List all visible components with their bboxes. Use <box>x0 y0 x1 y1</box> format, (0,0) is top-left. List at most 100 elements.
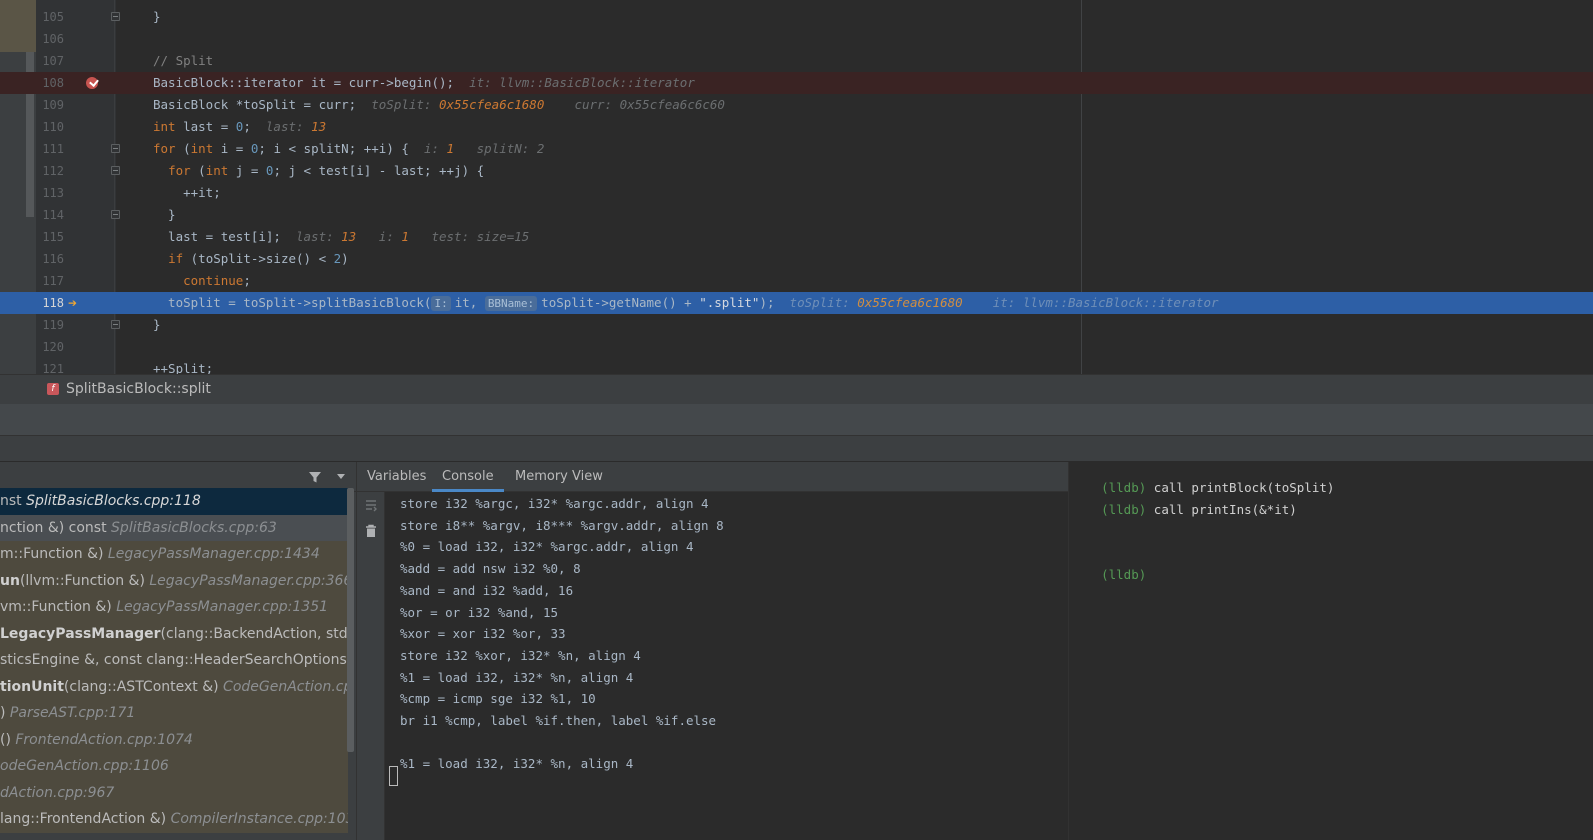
code-line[interactable]: 112 for (int j = 0; j < test[i] - last; … <box>0 160 1593 182</box>
code-line[interactable]: 107 // Split <box>0 50 1593 72</box>
fold-toggle-icon[interactable] <box>111 210 120 219</box>
code-text[interactable]: for (int j = 0; j < test[i] - last; ++j)… <box>153 160 484 182</box>
code-line[interactable]: 113 ++it; <box>0 182 1593 204</box>
tab-console[interactable]: Console <box>432 462 504 492</box>
code-text[interactable]: } <box>153 6 161 28</box>
code-text[interactable]: continue; <box>153 270 251 292</box>
code-text[interactable]: int last = 0; last: 13 <box>153 116 326 138</box>
stack-frame-row[interactable]: vm::Function &) LegacyPassManager.cpp:13… <box>0 594 348 621</box>
console-toolbar <box>357 492 385 840</box>
stack-frame-row[interactable]: nst SplitBasicBlocks.cpp:118 <box>0 488 348 515</box>
line-number[interactable]: 118 <box>36 292 64 314</box>
frame-location: SplitBasicBlocks.cpp:118 <box>26 493 201 509</box>
frame-function: nst <box>0 493 27 509</box>
console-output-line: br i1 %cmp, label %if.then, label %if.el… <box>400 713 717 728</box>
stack-frame-row[interactable]: tionUnit(clang::ASTContext &) CodeGenAct… <box>0 673 348 701</box>
debug-tool-window-header <box>0 404 1593 435</box>
line-number[interactable]: 116 <box>36 248 64 270</box>
stack-frame-row[interactable]: LegacyPassManager(clang::BackendAction, … <box>0 620 348 648</box>
stack-frame-row[interactable]: m::Function &) LegacyPassManager.cpp:143… <box>0 541 348 568</box>
breadcrumb-function-label[interactable]: SplitBasicBlock::split <box>66 381 211 397</box>
code-text[interactable]: } <box>153 204 176 226</box>
code-line[interactable]: 116 if (toSplit->size() < 2) <box>0 248 1593 270</box>
code-line[interactable]: 106 <box>0 28 1593 50</box>
code-line[interactable]: 115 last = test[i]; last: 13 i: 1 test: … <box>0 226 1593 248</box>
code-text[interactable]: ++Split; <box>153 358 213 374</box>
execution-point-icon: ➔ <box>68 294 78 312</box>
lldb-console[interactable]: (lldb) call printBlock(toSplit) (lldb) c… <box>1068 462 1593 840</box>
breadcrumb[interactable]: f SplitBasicBlock::split <box>0 374 1593 404</box>
code-line[interactable]: 105} <box>0 6 1593 28</box>
code-line[interactable]: 108 BasicBlock::iterator it = curr->begin… <box>0 72 1593 94</box>
line-number[interactable]: 120 <box>36 336 64 358</box>
line-number[interactable]: 112 <box>36 160 64 182</box>
code-line[interactable]: 120 <box>0 336 1593 358</box>
code-line[interactable]: 118 ➔ toSplit = toSplit->splitBasicBlock(… <box>0 292 1593 314</box>
line-number[interactable]: 105 <box>36 6 64 28</box>
code-editor[interactable]: 105} 106 107// Split 108 BasicBlock::iterato… <box>0 0 1593 374</box>
breakpoint-icon[interactable] <box>86 77 98 89</box>
fold-toggle-icon[interactable] <box>111 12 120 21</box>
lldb-command: call printIns(&*it) <box>1153 502 1297 517</box>
code-line[interactable]: 111 for (int i = 0; i < splitN; ++i) { i:… <box>0 138 1593 160</box>
code-text[interactable]: if (toSplit->size() < 2) <box>153 248 349 270</box>
scroll-to-end-icon[interactable] <box>364 498 378 512</box>
line-number[interactable]: 113 <box>36 182 64 204</box>
code-text[interactable]: last = test[i]; last: 13 i: 1 test: size… <box>153 226 529 248</box>
line-number[interactable]: 108 <box>36 72 64 94</box>
console-input-caret[interactable] <box>389 766 398 786</box>
console-output-line: %1 = load i32, i32* %n, align 4 <box>400 756 634 772</box>
code-text[interactable]: BasicBlock *toSplit = curr; toSplit: 0x5… <box>153 94 725 116</box>
code-line[interactable]: 110 int last = 0; last: 13 <box>0 116 1593 138</box>
stack-frame-row[interactable]: ) ParseAST.cpp:171 <box>0 700 348 727</box>
line-number[interactable]: 121 <box>36 358 64 374</box>
lldb-input-line[interactable]: (lldb) <box>1071 542 1146 582</box>
code-text[interactable]: toSplit = toSplit->splitBasicBlock(I: it,… <box>153 292 1219 314</box>
code-line[interactable]: 121 ++Split; <box>0 358 1593 374</box>
code-line[interactable]: 114 } <box>0 204 1593 226</box>
frame-function: ) <box>0 705 10 721</box>
line-number[interactable]: 114 <box>36 204 64 226</box>
stack-frame-row[interactable]: odeGenAction.cpp:1106 <box>0 753 348 780</box>
frame-location: SplitBasicBlocks.cpp:63 <box>111 519 277 536</box>
stack-frame-row[interactable]: nction &) const SplitBasicBlocks.cpp:63 <box>0 514 348 542</box>
fold-toggle-icon[interactable] <box>111 144 120 153</box>
line-number[interactable]: 119 <box>36 314 64 336</box>
code-line[interactable]: 117 continue; <box>0 270 1593 292</box>
code-text[interactable]: // Split <box>153 50 213 72</box>
line-number[interactable]: 106 <box>36 28 64 50</box>
console-panel: Variables Console Memory View store i32 … <box>356 462 1069 840</box>
console-output-line: store i32 %xor, i32* %n, align 4 <box>400 647 641 663</box>
tab-variables[interactable]: Variables <box>357 462 436 492</box>
chevron-down-icon[interactable] <box>337 474 345 479</box>
line-number[interactable]: 109 <box>36 94 64 116</box>
trash-icon[interactable] <box>364 524 378 538</box>
frame-location: LegacyPassManager.cpp:1351 <box>116 599 329 615</box>
code-text[interactable]: ++it; <box>153 182 221 204</box>
line-number[interactable]: 111 <box>36 138 64 160</box>
code-line[interactable]: 109 BasicBlock *toSplit = curr; toSplit: … <box>0 94 1593 116</box>
line-number[interactable]: 117 <box>36 270 64 292</box>
stack-frame-row[interactable]: lang::FrontendAction &) CompilerInstance… <box>0 806 348 833</box>
console-output-line: %or = or i32 %and, 15 <box>400 604 559 620</box>
stack-frame-row[interactable]: un(llvm::Function &) LegacyPassManager.c… <box>0 567 348 595</box>
frames-scrollbar[interactable] <box>347 488 354 752</box>
stack-frame-row[interactable]: dAction.cpp:967 <box>0 779 348 807</box>
fold-toggle-icon[interactable] <box>111 320 120 329</box>
stack-frame-row[interactable]: sticsEngine &, const clang::HeaderSearch… <box>0 647 348 674</box>
code-text[interactable]: for (int i = 0; i < splitN; ++i) { i: 1 … <box>153 138 544 160</box>
stack-frame-row[interactable]: () FrontendAction.cpp:1074 <box>0 726 348 754</box>
code-text[interactable]: } <box>153 314 161 336</box>
frame-location: CodeGenAction.cpp <box>223 678 348 695</box>
frame-location: odeGenAction.cpp:1106 <box>0 758 169 774</box>
frame-function: () <box>0 731 16 748</box>
line-number[interactable]: 115 <box>36 226 64 248</box>
line-number[interactable]: 107 <box>36 50 64 72</box>
tab-memory-view[interactable]: Memory View <box>505 462 613 492</box>
filter-icon[interactable] <box>308 470 322 484</box>
fold-toggle-icon[interactable] <box>111 166 120 175</box>
code-line[interactable]: 119} <box>0 314 1593 336</box>
code-text[interactable]: BasicBlock::iterator it = curr->begin();… <box>153 72 695 94</box>
line-number[interactable]: 110 <box>36 116 64 138</box>
console-output[interactable]: store i32 %argc, i32* %argc.addr, align … <box>400 492 1060 840</box>
